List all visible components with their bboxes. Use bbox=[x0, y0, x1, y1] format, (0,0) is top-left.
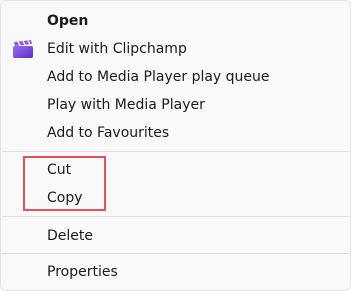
menu-separator bbox=[2, 151, 349, 152]
menu-item-play-with-media-player[interactable]: Play with Media Player bbox=[1, 91, 350, 119]
menu-separator bbox=[2, 253, 349, 254]
highlight-box bbox=[23, 156, 106, 211]
menu-item-label: Add to Media Player play queue bbox=[47, 69, 270, 85]
menu-item-edit-with-clipchamp[interactable]: Edit with Clipchamp bbox=[1, 35, 350, 63]
menu-item-label: Delete bbox=[47, 228, 93, 244]
clipchamp-icon bbox=[12, 39, 34, 59]
menu-item-label: Play with Media Player bbox=[47, 97, 205, 113]
menu-separator bbox=[2, 216, 349, 217]
menu-item-delete[interactable]: Delete bbox=[1, 222, 350, 250]
menu-item-add-to-play-queue[interactable]: Add to Media Player play queue bbox=[1, 63, 350, 91]
context-menu: Open Edit with Clipchamp Add to Media Pl… bbox=[0, 0, 351, 291]
menu-item-label: Open bbox=[47, 13, 89, 29]
menu-item-label: Properties bbox=[47, 264, 118, 280]
menu-item-label: Add to Favourites bbox=[47, 125, 170, 141]
menu-item-label: Edit with Clipchamp bbox=[47, 41, 187, 57]
menu-item-add-to-favourites[interactable]: Add to Favourites bbox=[1, 119, 350, 147]
menu-item-open[interactable]: Open bbox=[1, 7, 350, 35]
menu-item-properties[interactable]: Properties bbox=[1, 258, 350, 286]
